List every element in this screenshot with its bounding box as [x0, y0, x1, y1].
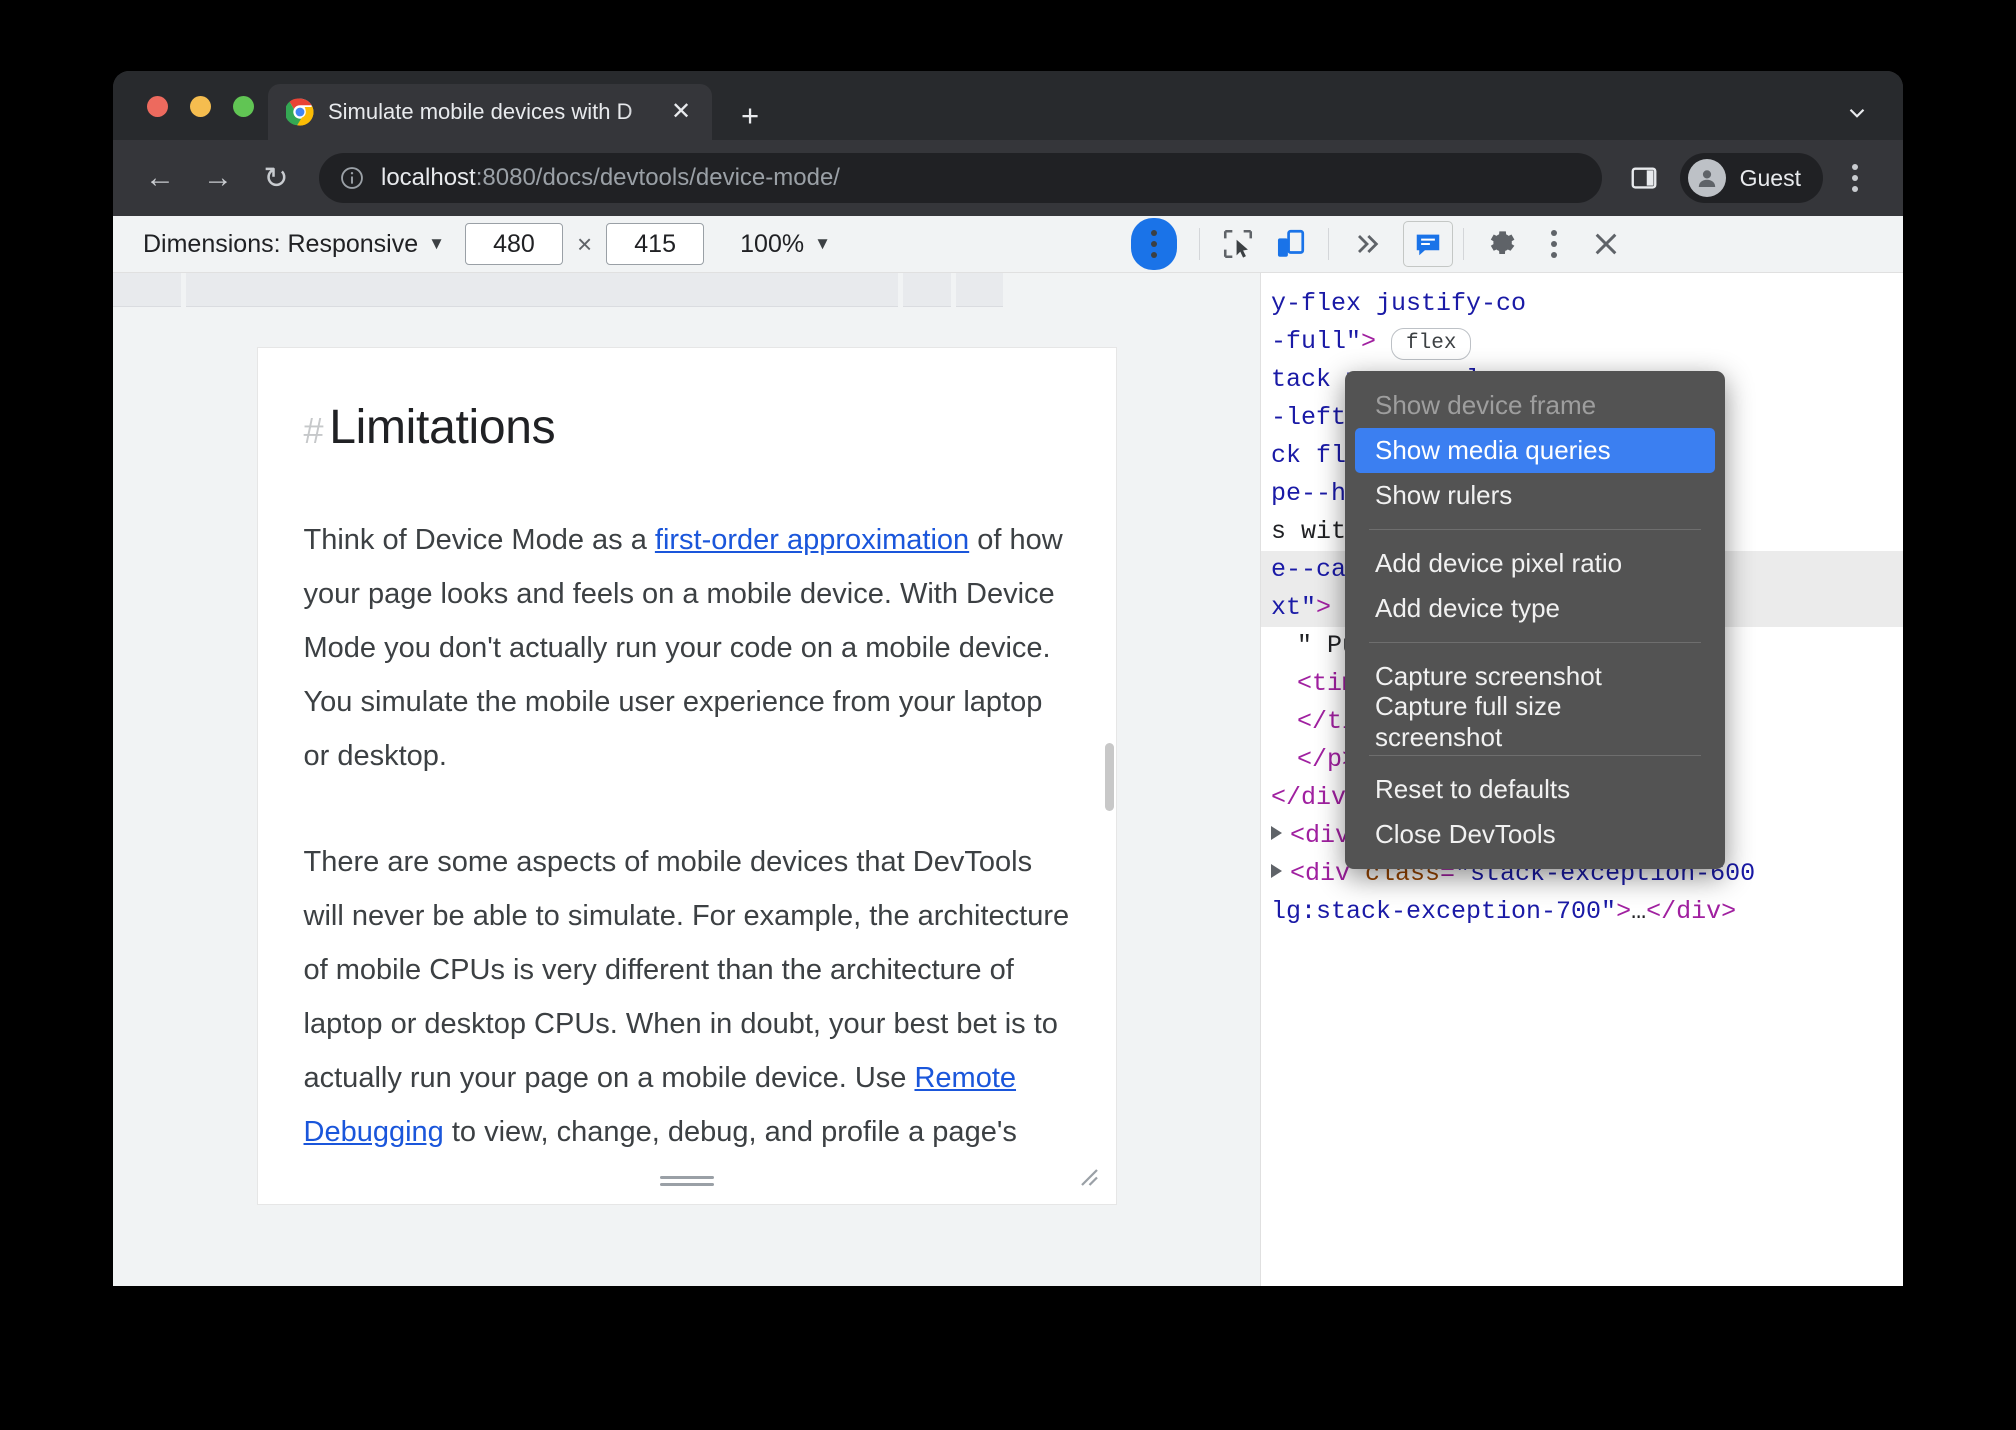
new-tab-button[interactable]: + [727, 93, 773, 139]
dom-token: lg:stack-exception-700" [1271, 897, 1617, 926]
menu-separator [1369, 755, 1701, 756]
dom-token: -full" [1271, 327, 1362, 356]
window-controls [147, 96, 254, 117]
paragraph-2: There are some aspects of mobile devices… [304, 835, 1070, 1159]
paragraph-2-part-a: There are some aspects of mobile devices… [303, 846, 1070, 1094]
zoom-chevron-down-icon[interactable]: ▼ [814, 234, 831, 254]
anchor-hash[interactable]: # [304, 410, 324, 451]
url-host: localhost [381, 164, 476, 191]
menu-item-show-device-frame: Show device frame [1375, 390, 1597, 420]
media-query-ruler[interactable] [113, 273, 1263, 307]
close-x-icon[interactable] [1580, 220, 1632, 268]
tab-title: Simulate mobile devices with D [328, 99, 633, 124]
chrome-logo-icon [284, 98, 314, 126]
menu-item-capture-full-size-screenshot[interactable]: Capture full size screenshot [1355, 691, 1715, 752]
url-text: localhost:8080/docs/devtools/device-mode… [381, 164, 840, 192]
address-bar[interactable]: localhost:8080/docs/devtools/device-mode… [319, 153, 1602, 203]
reload-button[interactable]: ↻ [247, 149, 305, 207]
url-path: :8080/docs/devtools/device-mode/ [475, 164, 840, 191]
info-circle-icon[interactable] [339, 165, 365, 191]
device-mode-toolbar: Dimensions: Responsive ▼ × 100% ▼ [113, 216, 1903, 273]
dom-token: > [1361, 327, 1377, 356]
back-button[interactable]: ← [131, 149, 189, 207]
page-title-text: Limitations [329, 401, 556, 454]
close-tab-button[interactable]: ✕ [666, 100, 696, 124]
profile-button[interactable]: Guest [1679, 153, 1823, 203]
dom-tree-line[interactable]: -full"> flex [1261, 323, 1903, 361]
screenshot-root: Simulate mobile devices with D ✕ + ← → ↻ [0, 0, 2016, 1430]
gear-icon[interactable] [1476, 220, 1528, 268]
paragraph-1: Think of Device Mode as a first-order ap… [304, 513, 1070, 783]
page-content: # Limitations Think of Device Mode as a f… [258, 348, 1116, 1159]
device-toolbar-icon[interactable] [1264, 220, 1316, 268]
times-symbol: × [576, 228, 593, 259]
first-order-approximation-link[interactable]: first-order approximation [655, 524, 969, 556]
dimensions-label[interactable]: Dimensions: Responsive [143, 230, 418, 259]
menu-item-reset-to-defaults[interactable]: Reset to defaults [1355, 767, 1715, 812]
flex-badge[interactable]: flex [1391, 328, 1472, 360]
paragraph-2-part-b: to view, change, debug, and profile a pa… [443, 1116, 1017, 1148]
divider [1198, 228, 1200, 260]
avatar [1687, 159, 1726, 197]
chevron-down-icon[interactable]: ▼ [428, 234, 445, 254]
menu-separator [1369, 642, 1701, 643]
close-window-button[interactable] [147, 96, 168, 117]
chevron-down-icon[interactable] [1837, 93, 1877, 133]
minimize-window-button[interactable] [190, 96, 211, 117]
device-options-context-menu: Show device frame Show media queries Show … [1345, 371, 1725, 869]
menu-item-show-rulers[interactable]: Show rulers [1355, 473, 1715, 518]
browser-toolbar: ← → ↻ localhost:8080/docs/devtools/devic… [113, 140, 1903, 216]
viewport-corner-resize-handle[interactable] [1072, 1160, 1102, 1190]
three-dot-menu-icon[interactable] [1829, 152, 1881, 204]
expand-triangle-icon[interactable] [1271, 864, 1282, 878]
inspect-cursor-icon[interactable] [1212, 220, 1264, 268]
double-chevron-right-icon[interactable] [1341, 220, 1393, 268]
paragraph-1-part-a: Think of Device Mode as a [303, 524, 655, 556]
zoom-label[interactable]: 100% [740, 230, 804, 259]
emulated-page-viewport[interactable]: # Limitations Think of Device Mode as a f… [256, 347, 1117, 1205]
menu-separator [1369, 529, 1701, 530]
dom-token: … [1631, 897, 1647, 926]
dom-token: > [1616, 897, 1632, 926]
forward-button[interactable]: → [189, 149, 247, 207]
viewport-width-input[interactable] [464, 223, 563, 265]
device-emulation-area: # Limitations Think of Device Mode as a f… [113, 216, 1263, 1286]
menu-item-show-media-queries[interactable]: Show media queries [1355, 428, 1715, 473]
paragraph-1-part-b: of how your page looks and feels on a mo… [303, 524, 1063, 772]
divider [1462, 228, 1464, 260]
divider [1327, 228, 1329, 260]
dom-token: xt" [1271, 593, 1317, 622]
menu-item-add-device-type[interactable]: Add device type [1355, 586, 1715, 631]
tab-strip: Simulate mobile devices with D ✕ + [113, 71, 1903, 140]
menu-item-close-devtools[interactable]: Close DevTools [1355, 812, 1715, 857]
menu-item-add-device-pixel-ratio[interactable]: Add device pixel ratio [1355, 541, 1715, 586]
dom-token: </div> [1646, 897, 1737, 926]
console-drawer-icon[interactable] [1402, 221, 1453, 267]
dom-token: > [1316, 593, 1332, 622]
browser-window: Simulate mobile devices with D ✕ + ← → ↻ [113, 71, 1903, 1286]
side-panel-icon[interactable] [1618, 152, 1670, 204]
maximize-window-button[interactable] [233, 96, 254, 117]
viewport-height-input[interactable] [606, 223, 705, 265]
device-mode-more-options-button[interactable] [1130, 218, 1177, 270]
expand-triangle-icon[interactable] [1271, 826, 1282, 840]
profile-label: Guest [1739, 164, 1801, 191]
page-title: # Limitations [304, 400, 1070, 455]
dom-token: y-flex justify-co [1271, 289, 1527, 318]
browser-tab[interactable]: Simulate mobile devices with D ✕ [268, 84, 712, 140]
customize-devtools-button[interactable] [1528, 220, 1580, 268]
page-vertical-scrollbar[interactable] [1104, 743, 1114, 811]
viewport-wrapper: # Limitations Think of Device Mode as a f… [113, 307, 1260, 1286]
dom-tree-line[interactable]: lg:stack-exception-700">…</div> [1261, 893, 1903, 931]
dom-tree-line[interactable]: y-flex justify-co [1261, 285, 1903, 323]
viewport-height-resize-handle[interactable] [659, 1176, 714, 1186]
